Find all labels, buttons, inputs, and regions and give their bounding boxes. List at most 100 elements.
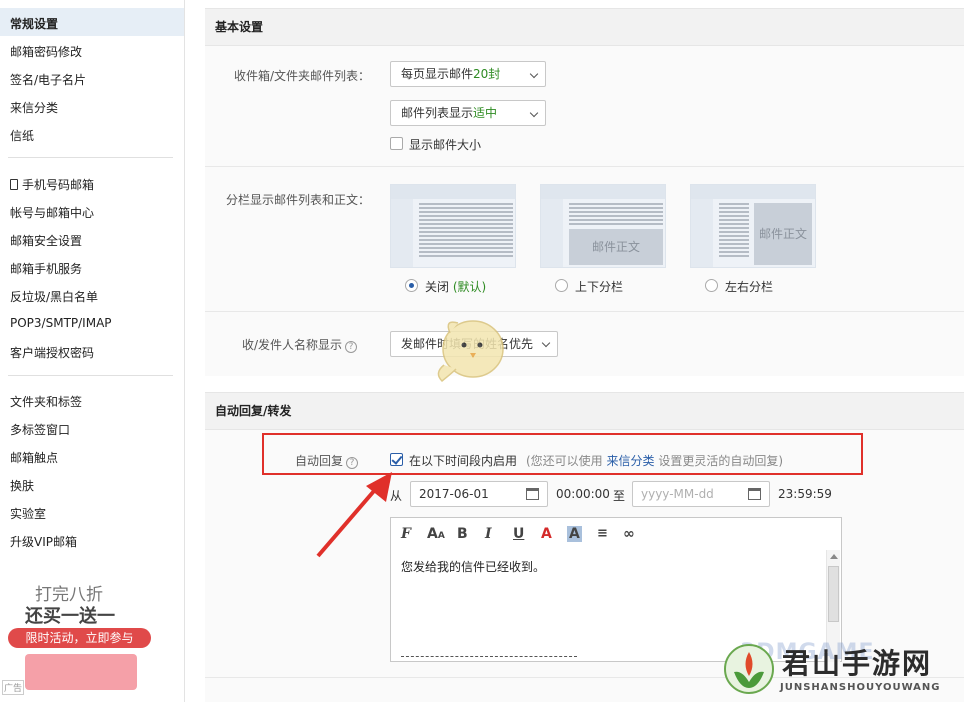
- sidebar-item-label: 手机号码邮箱: [22, 178, 95, 192]
- sidebar-item-multi-tab[interactable]: 多标签窗口: [10, 421, 70, 438]
- thumb-reading-pane: 邮件正文: [569, 229, 663, 265]
- autoreply-label: 自动回复?: [295, 452, 359, 469]
- sidebar-item-client-auth[interactable]: 客户端授权密码: [10, 344, 94, 361]
- watermark-subtitle: JUNSHANSHOUYOUWANG: [780, 682, 941, 693]
- sidebar-item-touchpoint[interactable]: 邮箱触点: [10, 449, 58, 466]
- layout-radio-left-right-label: 左右分栏: [725, 280, 774, 294]
- per-page-value: 20封: [473, 67, 501, 81]
- thumb-sidebar: [691, 199, 713, 267]
- sidebar-item-vip[interactable]: 升级VIP邮箱: [10, 533, 77, 550]
- sidebar-item-phone-mailbox[interactable]: 手机号码邮箱: [10, 176, 94, 193]
- sidebar-item-password[interactable]: 邮箱密码修改: [10, 43, 82, 60]
- end-date-input[interactable]: yyyy-MM-dd: [632, 481, 770, 507]
- sidebar-item-mail-filter[interactable]: 来信分类: [10, 99, 58, 116]
- sidebar-item-lab[interactable]: 实验室: [10, 505, 46, 522]
- thumb-sidebar: [541, 199, 563, 267]
- sidebar-item-account-center[interactable]: 帐号与邮箱中心: [10, 204, 94, 221]
- thumb-header: [541, 185, 665, 199]
- sidebar-item-antispam[interactable]: 反垃圾/黑白名单: [10, 288, 98, 305]
- bg-color-icon[interactable]: A: [567, 526, 582, 542]
- end-date-placeholder: yyyy-MM-dd: [641, 487, 714, 501]
- chevron-down-icon: [529, 108, 539, 118]
- list-density-select[interactable]: 邮件列表显示适中: [390, 100, 546, 126]
- layout-radio-top-bottom-label: 上下分栏: [575, 280, 624, 294]
- layout-radio-top-bottom[interactable]: [555, 279, 568, 292]
- sidebar-item-pop3[interactable]: POP3/SMTP/IMAP: [10, 316, 112, 330]
- start-date-value: 2017-06-01: [419, 487, 489, 501]
- thumb-mail-list: [719, 203, 749, 259]
- layout-radio-left-right[interactable]: [705, 279, 718, 292]
- default-note: (默认): [452, 280, 487, 294]
- per-page-prefix: 每页显示邮件: [401, 67, 474, 81]
- mascot-image: [437, 320, 504, 383]
- chevron-down-icon: [541, 338, 551, 348]
- watermark-title: 君山手游网: [782, 647, 933, 680]
- start-date-input[interactable]: 2017-06-01: [410, 481, 548, 507]
- chevron-down-icon: [529, 69, 539, 79]
- sidebar: 常规设置 邮箱密码修改 签名/电子名片 来信分类 信纸 手机号码邮箱 帐号与邮箱…: [0, 0, 185, 702]
- from-label: 从: [390, 489, 403, 503]
- italic-icon[interactable]: I: [485, 526, 492, 542]
- radio-label: 关闭: [425, 280, 450, 294]
- font-color-icon[interactable]: A: [541, 526, 552, 542]
- ad-banner[interactable]: 打完八折 还买一送一 限时活动，立即参与 广告: [2, 574, 155, 695]
- layout-radio-off[interactable]: [405, 279, 418, 292]
- sidebar-item-stationery[interactable]: 信纸: [10, 127, 34, 144]
- watermark-logo: 3DMGAME 君山手游网 JUNSHANSHOUYOUWANG: [716, 638, 960, 700]
- autoreply-body-text[interactable]: 您发给我的信件已经收到。: [401, 558, 545, 575]
- row-divider: [205, 311, 964, 312]
- sidebar-item-security[interactable]: 邮箱安全设置: [10, 232, 82, 249]
- split-view-label: 分栏显示邮件列表和正文：: [226, 193, 371, 207]
- sidebar-item-general[interactable]: 常规设置: [10, 15, 58, 32]
- show-size-checkbox[interactable]: [390, 137, 403, 150]
- help-icon[interactable]: ?: [345, 341, 358, 353]
- density-value: 适中: [473, 106, 498, 120]
- layout-radio-off-label: 关闭 (默认): [425, 278, 486, 295]
- calendar-icon[interactable]: [748, 488, 761, 500]
- sidebar-item-signature[interactable]: 签名/电子名片: [10, 71, 86, 88]
- density-prefix: 邮件列表显示: [401, 106, 474, 120]
- underline-icon[interactable]: U: [513, 526, 524, 542]
- autoreply-enable-label: 在以下时间段内启用: [409, 454, 518, 468]
- mail-filter-link[interactable]: 来信分类: [607, 454, 655, 468]
- calendar-icon[interactable]: [526, 488, 539, 500]
- sidebar-item-mobile-service[interactable]: 邮箱手机服务: [10, 260, 82, 277]
- per-page-select[interactable]: 每页显示邮件20封: [390, 61, 546, 87]
- thumb-reading-pane: 邮件正文: [754, 203, 812, 265]
- start-time[interactable]: 00:00:00: [556, 487, 610, 501]
- annotation-arrow-icon: [316, 472, 392, 558]
- signature-divider: [401, 656, 577, 657]
- scroll-up-icon[interactable]: [830, 554, 838, 559]
- show-size-label: 显示邮件大小: [409, 138, 482, 152]
- sidebar-divider: [8, 157, 173, 158]
- thumb-sidebar: [391, 199, 413, 267]
- section-title-autoreply: 自动回复/转发: [205, 392, 964, 430]
- inbox-list-label: 收件箱/文件夹邮件列表：: [234, 69, 371, 83]
- autoreply-hint: (您还可以使用 来信分类 设置更灵活的自动回复): [526, 452, 783, 469]
- scroll-thumb[interactable]: [828, 566, 839, 622]
- thumb-header: [691, 185, 815, 199]
- font-size-icon[interactable]: AA: [427, 526, 445, 544]
- ad-tag: 广告: [2, 680, 25, 695]
- layout-thumb-top-bottom[interactable]: 邮件正文: [540, 184, 666, 268]
- layout-thumb-left-right[interactable]: 邮件正文: [690, 184, 816, 268]
- ad-product-image: [25, 654, 137, 690]
- sender-name-label: 收/发件人名称显示?: [242, 336, 358, 353]
- end-time[interactable]: 23:59:59: [778, 487, 832, 501]
- row-divider: [205, 166, 964, 167]
- link-icon[interactable]: ∞: [623, 526, 635, 542]
- sidebar-divider: [8, 375, 173, 376]
- help-icon[interactable]: ?: [346, 457, 359, 469]
- ad-button[interactable]: 限时活动，立即参与: [8, 628, 151, 648]
- sender-name-text: 收/发件人名称显示: [242, 338, 343, 352]
- align-icon[interactable]: ≡: [597, 526, 608, 542]
- section-title-basic: 基本设置: [205, 8, 964, 46]
- bold-icon[interactable]: B: [457, 526, 468, 542]
- thumb-mail-list: [419, 203, 513, 259]
- hint-suffix: 设置更灵活的自动回复): [658, 454, 784, 468]
- layout-thumb-off[interactable]: [390, 184, 516, 268]
- sidebar-item-folders-tags[interactable]: 文件夹和标签: [10, 393, 82, 410]
- autoreply-enable-checkbox[interactable]: [390, 453, 403, 466]
- sidebar-item-skin[interactable]: 换肤: [10, 477, 34, 494]
- font-icon[interactable]: F: [401, 526, 411, 542]
